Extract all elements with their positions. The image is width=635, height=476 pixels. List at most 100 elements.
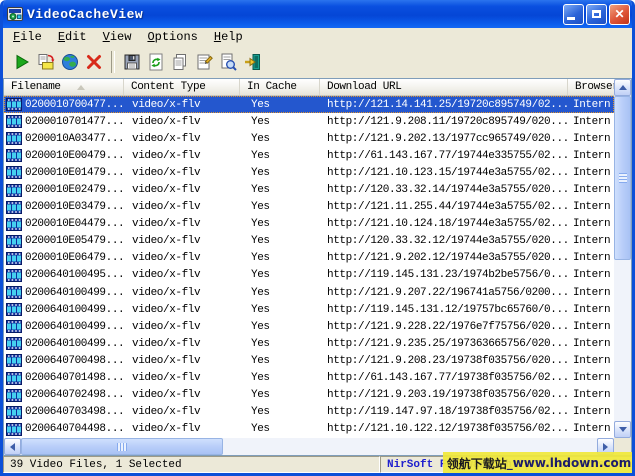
cell-content-type: video/x-flv: [124, 218, 240, 230]
cell-in-cache: Yes: [240, 252, 320, 264]
refresh-button[interactable]: [144, 50, 168, 74]
film-icon: [6, 269, 22, 282]
properties-icon: [194, 52, 214, 72]
cell-in-cache: Yes: [240, 184, 320, 196]
table-row[interactable]: 0200010E02479... video/x-flv Yes http://…: [4, 181, 614, 198]
cell-filename: 0200010E05479...: [25, 235, 124, 247]
find-button[interactable]: [216, 50, 240, 74]
cell-in-cache: Yes: [240, 116, 320, 128]
column-header-in-cache[interactable]: In Cache: [240, 79, 320, 95]
arrow-up-icon: [619, 85, 627, 90]
cell-content-type: video/x-flv: [124, 269, 240, 281]
cell-in-cache: Yes: [240, 321, 320, 333]
table-row[interactable]: 0200640703498... video/x-flv Yes http://…: [4, 404, 614, 421]
menubar: File Edit View Options Help: [3, 28, 632, 46]
table-row[interactable]: 0200640100499... video/x-flv Yes http://…: [4, 318, 614, 335]
scroll-down-button[interactable]: [614, 421, 631, 438]
table-row[interactable]: 0200640100499... video/x-flv Yes http://…: [4, 284, 614, 301]
cell-download-url: http://120.33.32.14/19744e3a5755/020...: [320, 184, 568, 196]
save-button[interactable]: [120, 50, 144, 74]
vertical-scroll-thumb[interactable]: [614, 96, 631, 260]
cell-filename: 0200010E02479...: [25, 184, 124, 196]
properties-button[interactable]: [192, 50, 216, 74]
copy-button[interactable]: [168, 50, 192, 74]
table-row[interactable]: 0200010E06479... video/x-flv Yes http://…: [4, 250, 614, 267]
window-controls: ✕: [563, 4, 630, 25]
table-row[interactable]: 0200640100495... video/x-flv Yes http://…: [4, 267, 614, 284]
cell-filename: 0200640702498...: [25, 389, 124, 401]
cell-in-cache: Yes: [240, 218, 320, 230]
table-rows: 0200010700477... video/x-flv Yes http://…: [4, 96, 614, 438]
globe-icon: [60, 52, 80, 72]
column-headers: Filename Content Type In Cache Download …: [4, 79, 614, 96]
menu-help[interactable]: Help: [206, 29, 251, 46]
column-header-filename[interactable]: Filename: [4, 79, 124, 95]
table-row[interactable]: 0200010E00479... video/x-flv Yes http://…: [4, 147, 614, 164]
cell-browser: Intern: [568, 184, 614, 196]
film-icon: [6, 252, 22, 265]
cell-browser: Intern: [568, 252, 614, 264]
maximize-button[interactable]: [586, 4, 607, 25]
arrow-down-icon: [619, 427, 627, 432]
film-icon: [6, 406, 22, 419]
cell-content-type: video/x-flv: [124, 150, 240, 162]
scroll-up-button[interactable]: [614, 79, 631, 96]
table-row[interactable]: 0200010700477... video/x-flv Yes http://…: [4, 96, 614, 113]
cell-in-cache: Yes: [240, 150, 320, 162]
minimize-button[interactable]: [563, 4, 584, 25]
table-row[interactable]: 0200640100499... video/x-flv Yes http://…: [4, 335, 614, 352]
play-button[interactable]: [10, 50, 34, 74]
close-button[interactable]: ✕: [609, 4, 630, 25]
column-header-content-type[interactable]: Content Type: [124, 79, 240, 95]
exit-button[interactable]: [240, 50, 264, 74]
lhdown-watermark: 领航下载站 _www.lhdown.com: [443, 452, 635, 474]
cell-filename: 0200640100499...: [25, 338, 124, 350]
delete-button[interactable]: [82, 50, 106, 74]
table-row[interactable]: 0200640701498... video/x-flv Yes http://…: [4, 370, 614, 387]
table-row[interactable]: 0200640702498... video/x-flv Yes http://…: [4, 387, 614, 404]
cell-filename: 0200010E00479...: [25, 150, 124, 162]
cell-content-type: video/x-flv: [124, 167, 240, 179]
table-row[interactable]: 0200640704498... video/x-flv Yes http://…: [4, 421, 614, 438]
cell-in-cache: Yes: [240, 304, 320, 316]
cell-filename: 0200640700498...: [25, 355, 124, 367]
cell-browser: Intern: [568, 287, 614, 299]
table-row[interactable]: 0200010E03479... video/x-flv Yes http://…: [4, 199, 614, 216]
watermark-site-url: _www.lhdown.com: [507, 456, 632, 470]
column-header-browser[interactable]: Browser: [568, 79, 614, 95]
close-icon: ✕: [614, 8, 624, 20]
column-header-download-url[interactable]: Download URL: [320, 79, 568, 95]
table-row[interactable]: 0200010E05479... video/x-flv Yes http://…: [4, 233, 614, 250]
horizontal-scroll-thumb[interactable]: [21, 438, 223, 455]
cell-content-type: video/x-flv: [124, 116, 240, 128]
film-icon: [6, 303, 22, 316]
cell-content-type: video/x-flv: [124, 133, 240, 145]
cell-filename: 0200010E01479...: [25, 167, 124, 179]
menu-options[interactable]: Options: [139, 29, 205, 46]
cell-content-type: video/x-flv: [124, 355, 240, 367]
film-icon: [6, 184, 22, 197]
table-row[interactable]: 0200640100499... video/x-flv Yes http://…: [4, 301, 614, 318]
table-row[interactable]: 0200010E01479... video/x-flv Yes http://…: [4, 164, 614, 181]
vertical-scrollbar[interactable]: [614, 79, 631, 438]
copy-video-file-button[interactable]: [34, 50, 58, 74]
thumb-grip: [117, 443, 127, 451]
arrow-right-icon: [603, 443, 608, 451]
exit-icon: [242, 52, 262, 72]
cell-in-cache: Yes: [240, 201, 320, 213]
open-in-browser-button[interactable]: [58, 50, 82, 74]
table-row[interactable]: 0200010701477... video/x-flv Yes http://…: [4, 113, 614, 130]
cell-in-cache: Yes: [240, 355, 320, 367]
cell-download-url: http://121.9.235.25/197363665756/020...: [320, 338, 568, 350]
table-row[interactable]: 0200010A03477... video/x-flv Yes http://…: [4, 130, 614, 147]
cell-download-url: http://121.9.208.23/19738f035756/020...: [320, 355, 568, 367]
film-icon: [6, 166, 22, 179]
cell-content-type: video/x-flv: [124, 423, 240, 435]
table-row[interactable]: 0200640700498... video/x-flv Yes http://…: [4, 352, 614, 369]
toolbar-separator: [111, 51, 115, 73]
table-row[interactable]: 0200010E04479... video/x-flv Yes http://…: [4, 216, 614, 233]
scroll-left-button[interactable]: [4, 438, 21, 455]
menu-file[interactable]: File: [5, 29, 50, 46]
menu-edit[interactable]: Edit: [50, 29, 95, 46]
menu-view[interactable]: View: [95, 29, 140, 46]
